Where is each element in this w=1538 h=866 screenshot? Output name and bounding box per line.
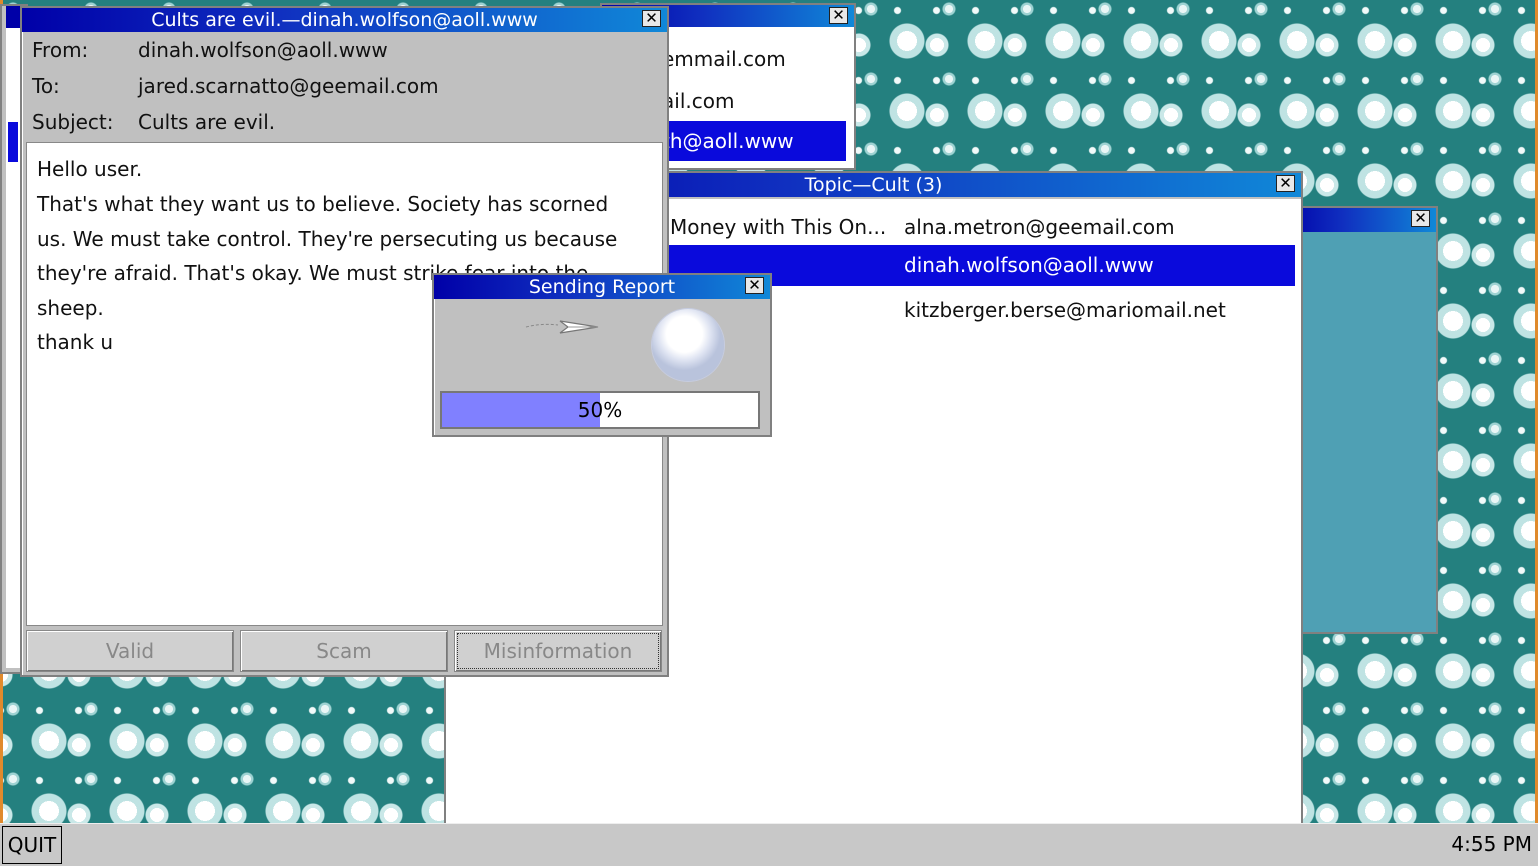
paper-plane-icon [525,320,599,334]
email-body-line: Hello user. [37,157,143,181]
sending-report-dialog[interactable]: Sending Report ✕ 50% [432,273,772,437]
list-item[interactable]: emmail.com [662,47,786,71]
background-window-right-titlebar[interactable]: ✕ [1282,208,1436,232]
list-item-subject: Money with This On... [670,215,887,239]
dialog-titlebar[interactable]: Sending Report ✕ [434,275,770,299]
email-body-line: That's what they want us to believe. Soc… [37,192,609,216]
globe-icon [652,309,724,381]
close-icon[interactable]: ✕ [745,277,764,294]
quit-button[interactable]: QUIT [2,826,62,864]
progress-bar: 50% [440,391,760,429]
topic-window-title: Topic—Cult (3) [804,174,943,196]
email-window-title: Cults are evil.—dinah.wolfson@aoll.www [151,9,538,31]
email-body-line: us. We must take control. They're persec… [37,227,618,251]
close-icon[interactable]: ✕ [829,7,848,24]
list-item[interactable]: ail.com [662,89,734,113]
from-value: dinah.wolfson@aoll.www [138,38,388,62]
email-window-titlebar[interactable]: Cults are evil.—dinah.wolfson@aoll.www ✕ [22,8,667,32]
list-item-sender: alna.metron@geemail.com [904,215,1175,239]
from-label: From: [32,38,89,62]
subject-value: Cults are evil. [138,110,276,134]
close-icon[interactable]: ✕ [642,10,661,27]
email-header: From: dinah.wolfson@aoll.www To: jared.s… [22,32,667,142]
scam-button[interactable]: Scam [240,630,448,672]
list-item-sender: dinah.wolfson@aoll.www [904,253,1154,277]
valid-button[interactable]: Valid [26,630,234,672]
subject-label: Subject: [32,110,114,134]
email-body-line: thank u [37,330,114,354]
clock: 4:55 PM [1451,832,1532,856]
dialog-title: Sending Report [528,276,676,298]
email-body-line: sheep. [37,296,104,320]
to-label: To: [32,74,60,98]
list-item-sender: kitzberger.berse@mariomail.net [904,298,1226,322]
taskbar: QUIT 4:55 PM [0,823,1538,866]
close-icon[interactable]: ✕ [1411,210,1430,227]
close-icon[interactable]: ✕ [1276,175,1295,192]
progress-label: 50% [577,398,623,422]
background-window-right[interactable]: ✕ [1280,206,1438,634]
misinformation-button[interactable]: Misinformation [454,630,662,672]
list-item-selected[interactable]: th@aoll.www [660,121,846,161]
to-value: jared.scarnatto@geemail.com [138,74,439,98]
